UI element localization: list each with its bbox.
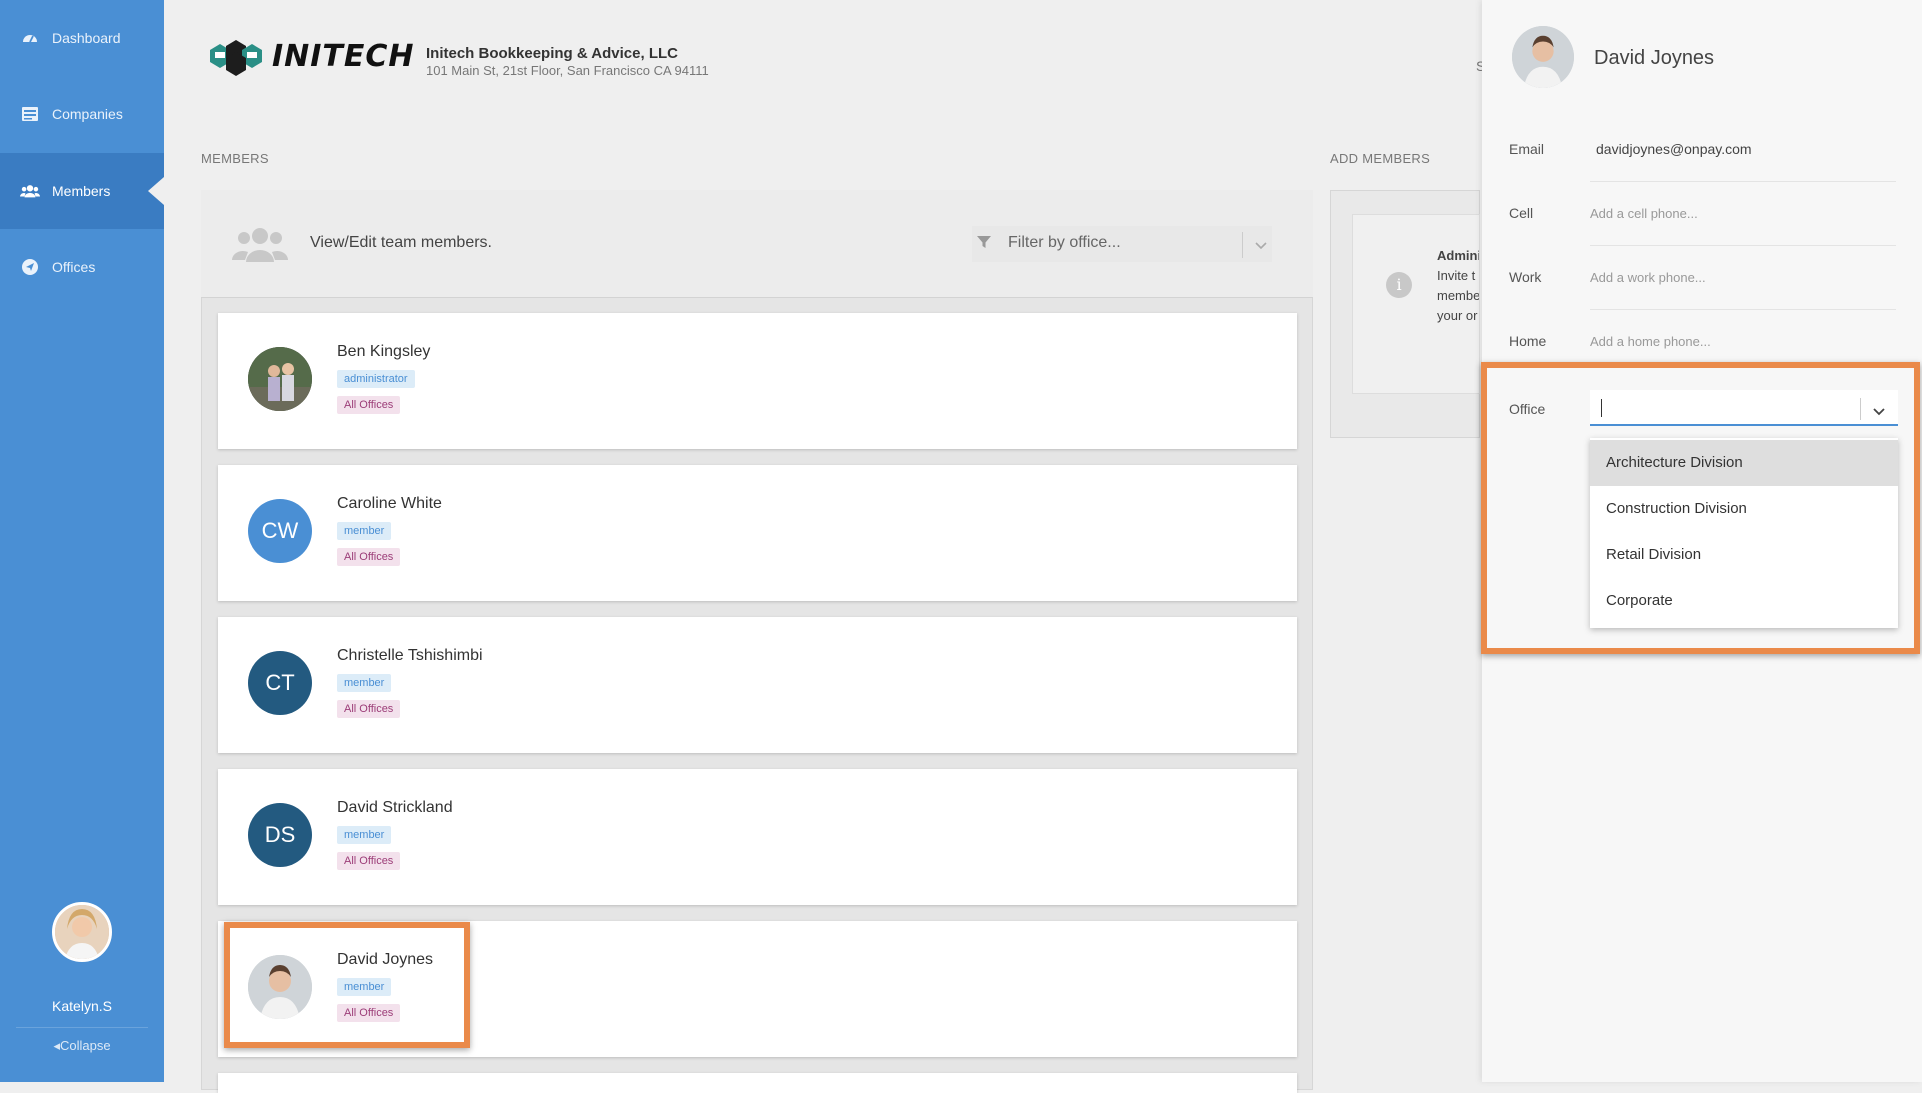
user-avatar[interactable] [52,902,112,962]
company-logo: INITECH [208,36,415,76]
info-icon: i [1386,272,1412,298]
logo-text: INITECH [272,38,415,74]
drawer-member-name: David Joynes [1594,47,1715,69]
sidebar-item-label: Offices [52,259,96,275]
member-card[interactable]: DS David Strickland member All Offices [218,769,1297,905]
company-name: Initech Bookkeeping & Advice, LLC [426,45,678,62]
office-badge: All Offices [337,548,401,566]
avatar: CT [248,651,312,715]
user-name: Katelyn.S [52,998,112,1014]
add-members-text: Admini Invite t membe your or [1437,246,1479,326]
member-card[interactable]: CW Caroline White member All Offices [218,465,1297,601]
member-card[interactable]: CT Christelle Tshishimbi member All Offi… [218,617,1297,753]
office-option[interactable]: Construction Division [1590,486,1898,532]
members-section-label: MEMBERS [201,151,269,166]
chevron-down-icon[interactable] [1254,238,1268,256]
office-badge: All Offices [337,700,401,718]
logo-mark-icon [210,40,262,76]
work-phone-field[interactable]: Add a work phone... [1590,270,1706,285]
add-members-line: Invite t [1437,268,1476,283]
role-badge: member [337,522,392,540]
sidebar-item-dashboard[interactable]: Dashboard [0,0,164,76]
role-badge: member [337,674,392,692]
sidebar-divider [16,1027,148,1028]
filter-separator [1242,232,1243,258]
add-members-line: membe [1437,288,1479,303]
office-badge: All Offices [337,1004,401,1022]
dashboard-icon [20,28,40,48]
role-badge: member [337,978,392,996]
member-name: Ben Kingsley [337,343,431,360]
member-name: Caroline White [337,495,442,512]
cell-label: Cell [1509,205,1534,221]
add-members-line: your or [1437,308,1478,323]
home-phone-field[interactable]: Add a home phone... [1590,334,1711,349]
cell-phone-field[interactable]: Add a cell phone... [1590,206,1698,221]
text-cursor [1601,399,1602,417]
companies-icon [20,104,40,124]
select-separator [1860,398,1861,420]
add-members-line: Admini [1437,248,1479,263]
email-value[interactable]: davidjoynes@onpay.com [1596,141,1752,157]
member-name: Christelle Tshishimbi [337,647,483,664]
home-label: Home [1509,333,1547,349]
member-card[interactable]: Ben Kingsley administrator All Offices [218,313,1297,449]
avatar: DS [248,803,312,867]
office-label: Office [1509,401,1546,417]
field-divider [1590,245,1896,246]
role-badge: member [337,826,392,844]
sidebar-item-label: Members [52,183,111,199]
member-name: David Joynes [337,951,434,968]
office-option[interactable]: Retail Division [1590,532,1898,578]
sidebar-item-label: Companies [52,106,123,122]
sidebar-item-members[interactable]: Members [0,153,164,229]
members-panel-title: View/Edit team members. [310,234,492,251]
sidebar: Dashboard Companies Members Offices Kate… [0,0,164,1082]
office-badge: All Offices [337,852,401,870]
email-label: Email [1509,141,1545,157]
avatar: CW [248,499,312,563]
filter-icon [976,234,992,255]
office-option[interactable]: Architecture Division [1590,440,1898,486]
team-icon [232,224,288,269]
role-badge: administrator [337,370,415,388]
avatar [248,955,312,1019]
field-divider [1590,309,1896,310]
drawer-avatar [1512,26,1574,88]
office-badge: All Offices [337,396,401,414]
filter-placeholder: Filter by office... [1008,234,1121,251]
sidebar-item-companies[interactable]: Companies [0,76,164,152]
offices-icon [20,257,40,277]
office-option[interactable]: Corporate [1590,578,1898,624]
member-card[interactable]: David Joynes member All Offices [218,921,1297,1057]
sidebar-item-offices[interactable]: Offices [0,229,164,305]
member-card-partial[interactable] [218,1073,1297,1093]
company-address: 101 Main St, 21st Floor, San Francisco C… [426,63,709,78]
collapse-button[interactable]: ◂Collapse [0,1038,164,1054]
office-select-input[interactable] [1590,390,1898,426]
avatar [248,347,312,411]
field-divider [1590,181,1896,182]
members-icon [20,181,40,201]
chevron-down-icon[interactable] [1872,404,1886,422]
add-members-section-label: ADD MEMBERS [1330,151,1431,166]
member-name: David Strickland [337,799,453,816]
sidebar-item-label: Dashboard [52,30,121,46]
work-label: Work [1509,269,1542,285]
collapse-label: Collapse [59,1038,111,1053]
